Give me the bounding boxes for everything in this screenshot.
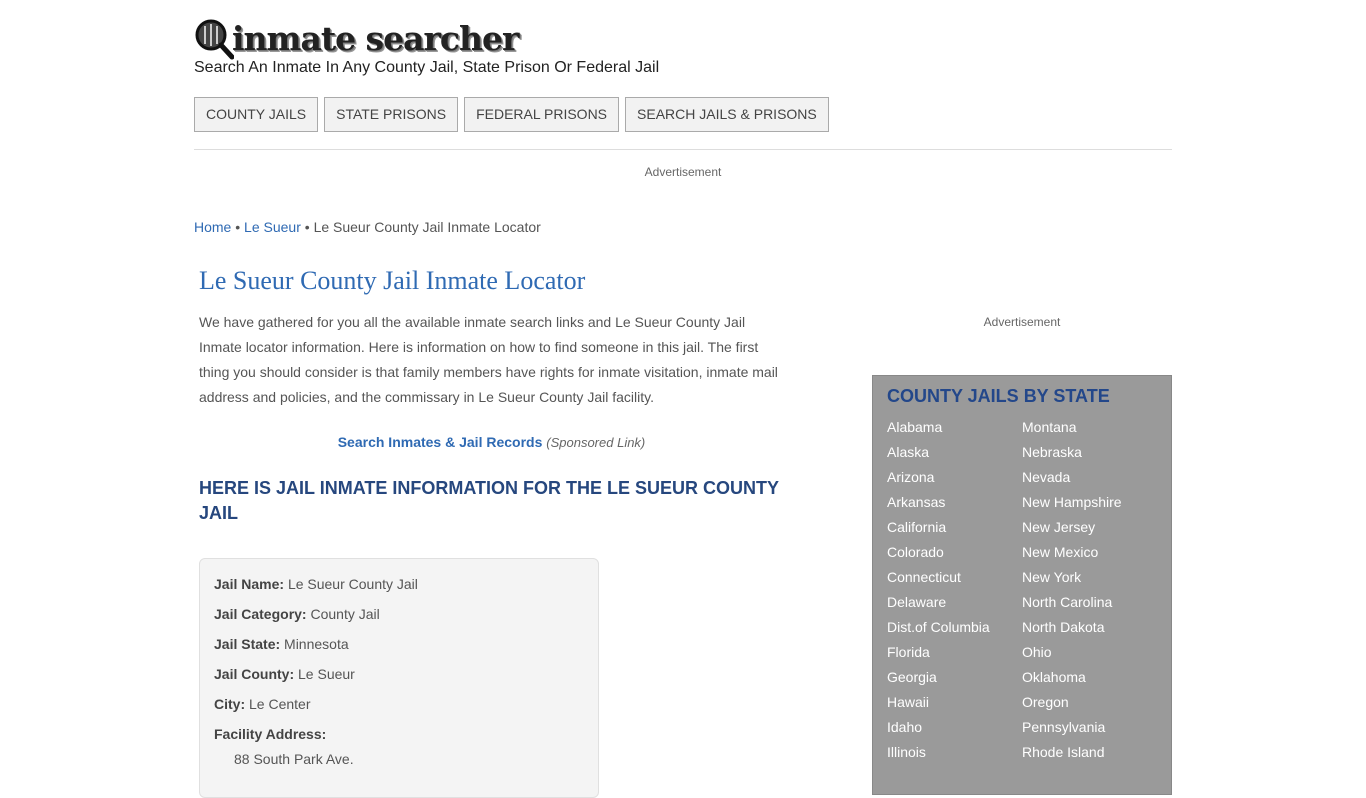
nav-county-jails[interactable]: COUNTY JAILS <box>194 97 319 132</box>
info-label: Jail Category: <box>214 606 307 622</box>
state-link-idaho[interactable]: Idaho <box>887 715 1022 740</box>
info-address-line: 88 South Park Ave. <box>234 751 354 767</box>
nav-state-prisons[interactable]: STATE PRISONS <box>324 97 459 132</box>
state-link-alabama[interactable]: Alabama <box>887 415 1022 440</box>
state-link-oregon[interactable]: Oregon <box>1022 690 1157 715</box>
state-link-nevada[interactable]: Nevada <box>1022 465 1157 490</box>
magnifier-icon <box>194 18 235 60</box>
search-inmates-link[interactable]: Search Inmates & Jail Records <box>338 434 543 450</box>
state-link-grid: Alabama Montana Alaska Nebraska Arizona Nevad… <box>887 415 1157 765</box>
state-link-north-carolina[interactable]: North Carolina <box>1022 590 1157 615</box>
state-link-hawaii[interactable]: Hawaii <box>887 690 1022 715</box>
page-title: Le Sueur County Jail Inmate Locator <box>199 266 586 295</box>
nav-search-jails-prisons[interactable]: SEARCH JAILS & PRISONS <box>625 97 829 132</box>
info-jail-county: Jail County: Le Sueur <box>214 664 584 694</box>
state-link-arkansas[interactable]: Arkansas <box>887 490 1022 515</box>
breadcrumb-current: Le Sueur County Jail Inmate Locator <box>313 219 541 235</box>
info-value: Minnesota <box>284 636 349 652</box>
info-label: City: <box>214 696 246 712</box>
state-link-rhode-island[interactable]: Rhode Island <box>1022 740 1157 765</box>
intro-paragraph: We have gathered for you all the availab… <box>199 314 778 405</box>
sidebar-title: COUNTY JAILS BY STATE <box>887 386 1110 406</box>
info-value: County Jail <box>310 606 380 622</box>
state-link-new-mexico[interactable]: New Mexico <box>1022 540 1157 565</box>
info-value: Le Sueur County Jail <box>287 576 418 592</box>
state-link-north-dakota[interactable]: North Dakota <box>1022 615 1157 640</box>
info-city: City: Le Center <box>214 694 584 724</box>
state-link-alaska[interactable]: Alaska <box>887 440 1022 465</box>
header-divider <box>194 149 1172 150</box>
section-heading: HERE IS JAIL INMATE INFORMATION FOR THE … <box>199 478 779 523</box>
main-nav: COUNTY JAILS STATE PRISONS FEDERAL PRISO… <box>194 97 829 132</box>
sponsored-note: (Sponsored Link) <box>546 435 646 450</box>
info-label: Jail County: <box>214 666 295 682</box>
info-jail-category: Jail Category: County Jail <box>214 604 584 634</box>
breadcrumb-separator: • <box>235 219 241 235</box>
breadcrumb: Home • Le Sueur • Le Sueur County Jail I… <box>194 219 541 235</box>
state-link-new-jersey[interactable]: New Jersey <box>1022 515 1157 540</box>
state-link-arizona[interactable]: Arizona <box>887 465 1022 490</box>
info-facility-address: Facility Address: <box>214 724 584 749</box>
state-link-ohio[interactable]: Ohio <box>1022 640 1157 665</box>
sponsored-link-row: Search Inmates & Jail Records (Sponsored… <box>199 434 784 450</box>
info-label: Jail State: <box>214 636 281 652</box>
state-link-dist-of-columbia[interactable]: Dist.of Columbia <box>887 615 1022 640</box>
state-link-georgia[interactable]: Georgia <box>887 665 1022 690</box>
state-link-illinois[interactable]: Illinois <box>887 740 1022 765</box>
info-jail-state: Jail State: Minnesota <box>214 634 584 664</box>
info-value: Le Center <box>249 696 311 712</box>
state-link-florida[interactable]: Florida <box>887 640 1022 665</box>
nav-federal-prisons[interactable]: FEDERAL PRISONS <box>464 97 620 132</box>
state-link-pennsylvania[interactable]: Pennsylvania <box>1022 715 1157 740</box>
state-link-connecticut[interactable]: Connecticut <box>887 565 1022 590</box>
breadcrumb-county[interactable]: Le Sueur <box>244 219 301 235</box>
site-logo[interactable]: inmate searcher <box>194 18 519 60</box>
jail-info-box: Jail Name: Le Sueur County Jail Jail Cat… <box>199 558 599 798</box>
page: inmate searcher Search An Inmate In Any … <box>0 0 1366 798</box>
logo-text: inmate searcher <box>232 19 519 58</box>
info-label: Facility Address: <box>214 726 327 742</box>
advertisement-label-top: Advertisement <box>644 165 722 179</box>
breadcrumb-separator: • <box>304 219 310 235</box>
info-label: Jail Name: <box>214 576 285 592</box>
state-link-delaware[interactable]: Delaware <box>887 590 1022 615</box>
advertisement-label-side: Advertisement <box>983 315 1061 329</box>
state-link-colorado[interactable]: Colorado <box>887 540 1022 565</box>
state-link-montana[interactable]: Montana <box>1022 415 1157 440</box>
state-link-california[interactable]: California <box>887 515 1022 540</box>
state-link-new-york[interactable]: New York <box>1022 565 1157 590</box>
site-tagline: Search An Inmate In Any County Jail, Sta… <box>194 59 660 76</box>
state-link-nebraska[interactable]: Nebraska <box>1022 440 1157 465</box>
info-jail-name: Jail Name: Le Sueur County Jail <box>214 574 584 604</box>
info-value: Le Sueur <box>298 666 355 682</box>
breadcrumb-home[interactable]: Home <box>194 219 231 235</box>
state-link-oklahoma[interactable]: Oklahoma <box>1022 665 1157 690</box>
county-jails-by-state-panel: COUNTY JAILS BY STATE Alabama Montana Alas… <box>872 375 1172 795</box>
state-link-new-hampshire[interactable]: New Hampshire <box>1022 490 1157 515</box>
